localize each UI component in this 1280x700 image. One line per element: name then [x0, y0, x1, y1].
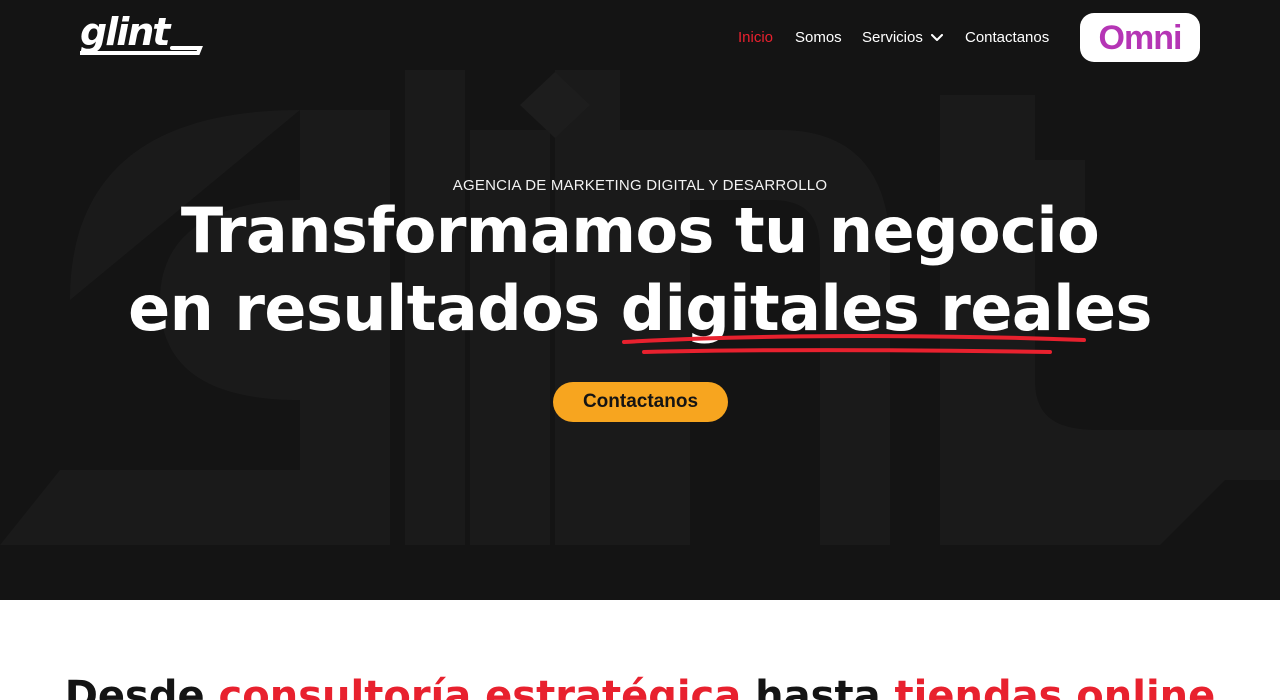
services-intro-heading: Desde consultoría estratégica hasta tien…	[0, 668, 1280, 700]
glint-logo[interactable]: glint	[80, 10, 204, 58]
hero-headline: Transformamos tu negocio en resultados d…	[0, 192, 1280, 348]
nav-item-somos[interactable]: Somos	[795, 28, 842, 48]
red-brush-underline	[622, 334, 1086, 354]
heading-accent-1: consultoría estratégica	[218, 673, 742, 700]
headline-line-1: Transformamos tu negocio	[180, 194, 1100, 267]
heading-accent-2: tiendas online	[894, 673, 1216, 700]
hero-section: glint Inicio Somos Servicios Contactanos…	[0, 0, 1280, 600]
nav-item-inicio[interactable]: Inicio	[738, 28, 773, 48]
nav-item-servicios-label: Servicios	[862, 29, 923, 46]
headline-plain: en resultados	[128, 272, 621, 345]
heading-part-3: hasta	[741, 673, 895, 700]
heading-part-1: Desde	[64, 673, 219, 700]
logo-text: glint	[80, 10, 170, 54]
hero-contact-button[interactable]: Contactanos	[553, 382, 728, 422]
nav-item-contactanos[interactable]: Contactanos	[965, 28, 1049, 48]
omni-logo-text: Omni	[1098, 18, 1183, 57]
nav-item-servicios[interactable]: Servicios	[862, 28, 943, 48]
omni-partner-badge[interactable]: Omni	[1080, 13, 1200, 62]
chevron-down-icon	[930, 34, 943, 41]
